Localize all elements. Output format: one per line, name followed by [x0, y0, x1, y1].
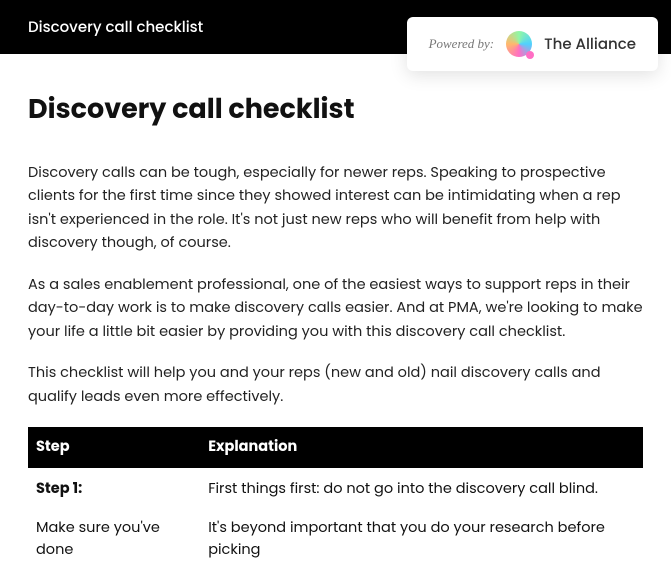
step-cell: Step 1:	[28, 468, 200, 506]
checklist-table: Step Explanation Step 1: First things fi…	[28, 427, 643, 567]
explanation-cell: It's beyond important that you do your r…	[200, 507, 643, 568]
alliance-logo-icon	[506, 31, 532, 57]
step-cell: Make sure you've done	[28, 507, 200, 568]
explanation-line-1: First things first: do not go into the d…	[208, 478, 635, 500]
powered-by-badge: Powered by: The Alliance	[407, 17, 658, 71]
explanation-cell: First things first: do not go into the d…	[200, 468, 643, 506]
powered-by-label: Powered by:	[429, 36, 495, 52]
page-content: Discovery call checklist Discovery calls…	[0, 54, 671, 568]
intro-paragraph-1: Discovery calls can be tough, especially…	[28, 162, 643, 256]
col-header-step: Step	[28, 427, 200, 468]
col-header-explanation: Explanation	[200, 427, 643, 468]
explanation-line-2: It's beyond important that you do your r…	[208, 517, 635, 562]
table-row: Make sure you've done It's beyond import…	[28, 507, 643, 568]
table-header-row: Step Explanation	[28, 427, 643, 468]
step-title: Step 1:	[36, 478, 192, 500]
page-title: Discovery call checklist	[28, 90, 643, 130]
intro-paragraph-2: As a sales enablement professional, one …	[28, 274, 643, 344]
table-row: Step 1: First things first: do not go in…	[28, 468, 643, 506]
header-title: Discovery call checklist	[28, 16, 203, 39]
brand-name: The Alliance	[544, 33, 636, 56]
step-body: Make sure you've done	[36, 517, 192, 562]
intro-paragraph-3: This checklist will help you and your re…	[28, 362, 643, 409]
